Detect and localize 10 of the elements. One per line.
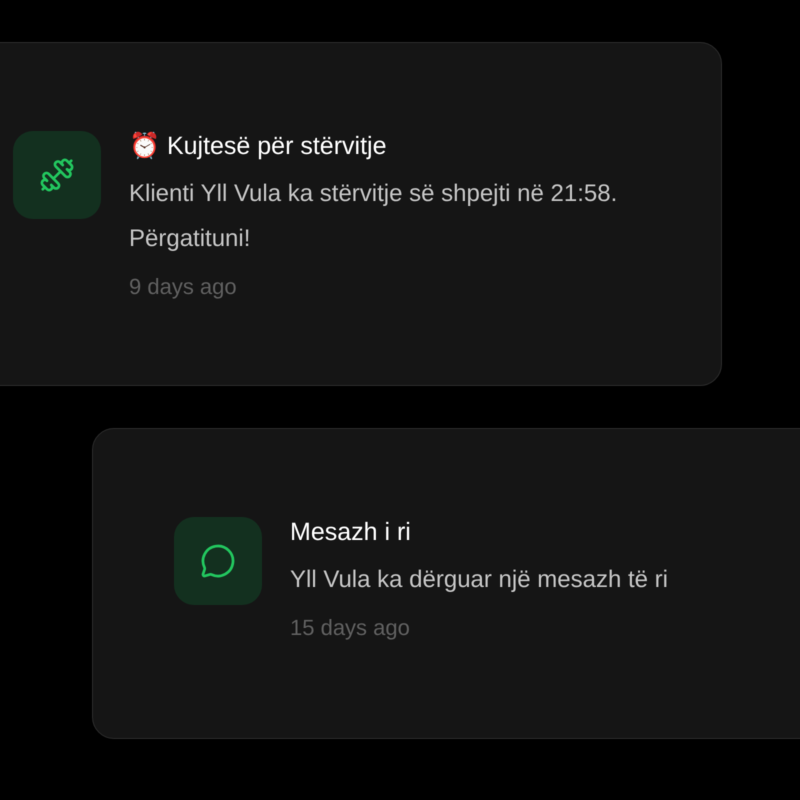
timestamp: 9 days ago: [129, 273, 238, 301]
notification-message: Klienti Yll Vula ka stërvitje së shpejti në 21:58. Përgatituni!: [129, 179, 618, 254]
dumbbell-icon: [39, 157, 75, 193]
timestamp: 15 days ago: [290, 614, 411, 642]
notification-title: Mesazh i ri: [290, 517, 412, 547]
notification-card[interactable]: ⏰ Kujtesë për stërvitje Klienti Yll Vula ka stërvitje së shpejti në 21:58. Përgatituni! 9 days ago: [0, 42, 722, 386]
notification-message: Yll Vula ka dërguar një mesazh të ri: [290, 565, 669, 595]
chat-bubble-icon: [200, 543, 236, 579]
notification-title: ⏰ Kujtesë për stërvitje: [129, 131, 388, 161]
notification-card[interactable]: Mesazh i ri Yll Vula ka dërguar një mesazh të ri 15 days ago: [92, 428, 800, 739]
